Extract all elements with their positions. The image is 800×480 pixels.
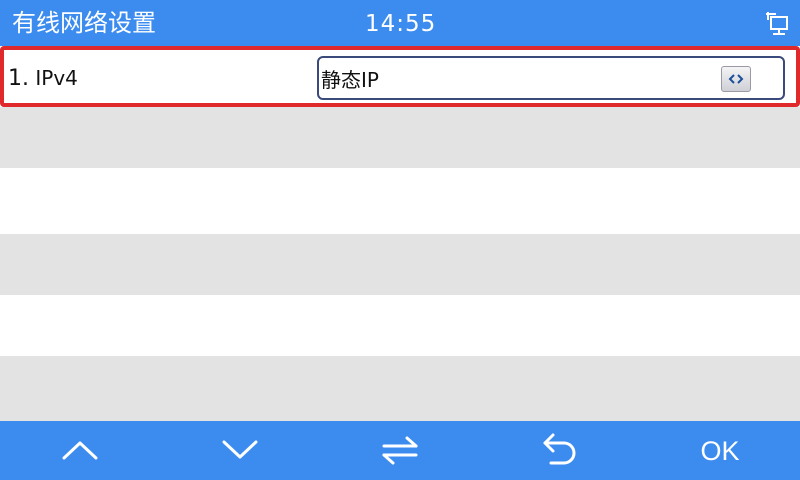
empty-row [0, 107, 800, 168]
empty-row [0, 172, 800, 233]
empty-row [0, 234, 800, 295]
switch-arrows-icon [382, 436, 418, 465]
chevron-down-icon [222, 440, 258, 459]
network-lan-icon [764, 11, 792, 37]
ok-button[interactable]: OK [640, 421, 800, 480]
empty-row [0, 356, 800, 421]
back-return-icon [543, 433, 576, 465]
down-button[interactable] [160, 421, 320, 480]
back-button[interactable] [480, 421, 640, 480]
switch-button[interactable] [320, 421, 480, 480]
title-bar: 有线网络设置 14:55 [0, 0, 800, 46]
row-number: 1. [8, 66, 29, 91]
softkey-bar: OK [0, 421, 800, 480]
left-right-toggle-icon[interactable] [721, 66, 751, 92]
clock: 14:55 [365, 11, 437, 37]
ipv4-mode-value: 静态IP [321, 68, 379, 92]
chevron-up-icon [62, 441, 98, 460]
row-label: 1. IPv4 [8, 66, 78, 91]
up-button[interactable] [0, 421, 160, 480]
ipv4-mode-field[interactable]: 静态IP [317, 56, 785, 100]
settings-list: 1. IPv4 静态IP [0, 46, 800, 421]
ok-label: OK [700, 436, 740, 466]
setting-row-ipv4[interactable]: 1. IPv4 静态IP [0, 46, 800, 107]
empty-row [0, 295, 800, 356]
row-label-text: IPv4 [35, 66, 78, 90]
page-title: 有线网络设置 [12, 9, 156, 37]
